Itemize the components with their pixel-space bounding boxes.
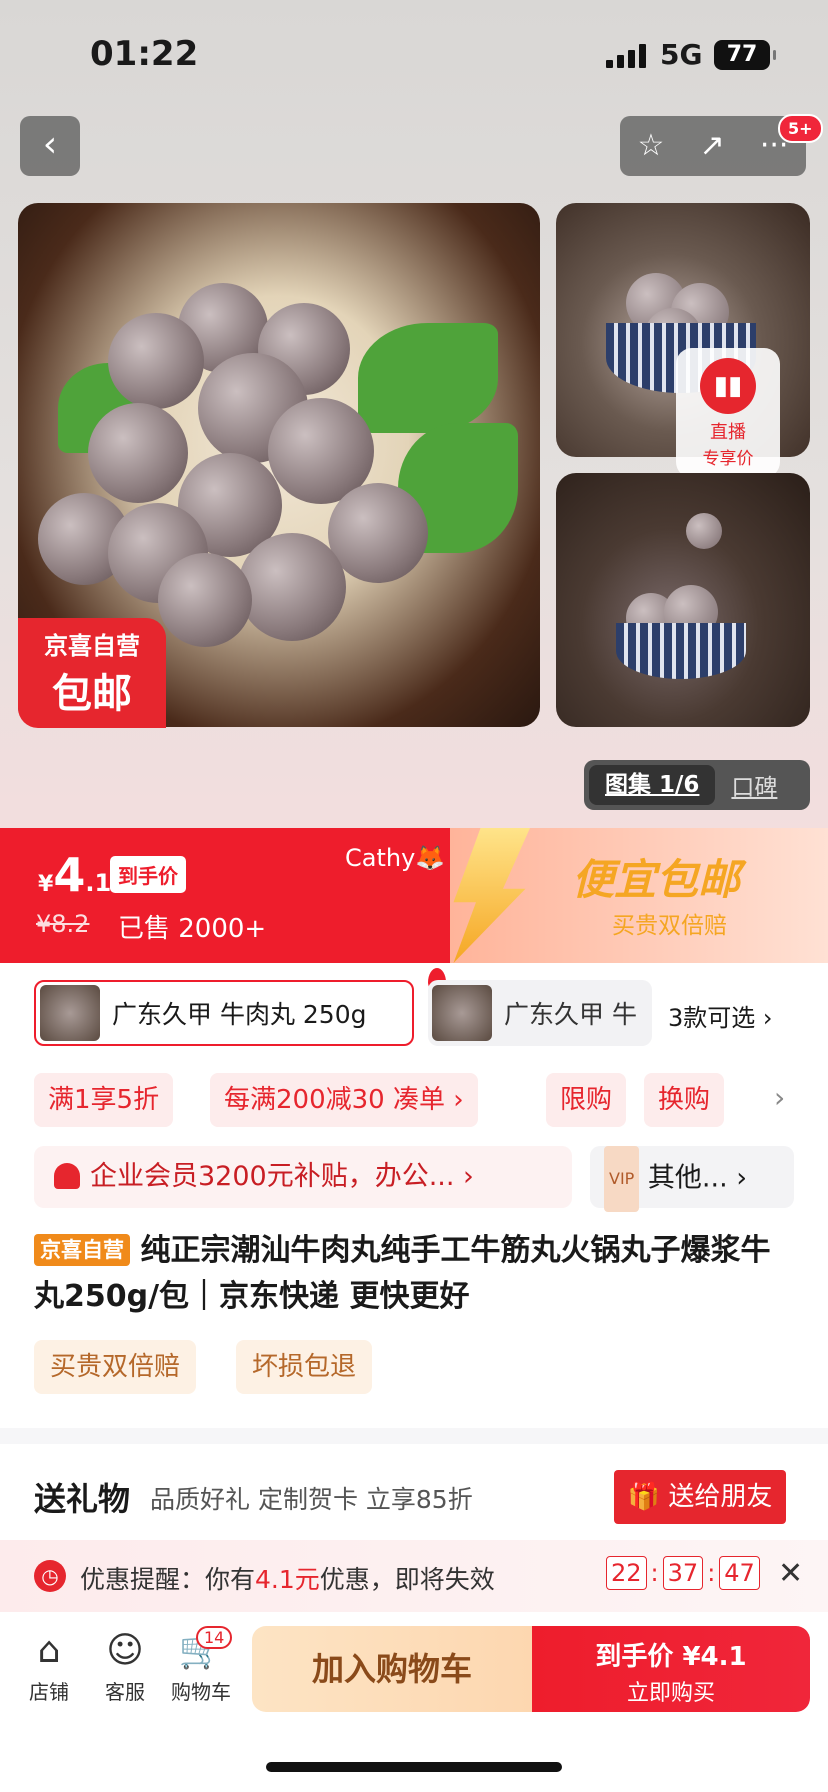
battery-icon: 77 <box>714 40 776 70</box>
tag-line1: 京喜自营 <box>44 632 140 660</box>
buy-now-button[interactable]: 到手价 ¥4.1 立即购买 <box>532 1626 810 1712</box>
watermark-text: Cathy🦊 <box>345 844 446 872</box>
lettuce-shape <box>358 323 498 433</box>
message-badge: 5+ <box>778 114 823 143</box>
live-label: 直播 <box>710 422 746 443</box>
gallery-switcher: 图集 1/6 口碑 <box>584 760 810 810</box>
send-gift-button[interactable]: 🎁 送给朋友 <box>614 1470 786 1524</box>
meatball-shape <box>238 533 346 641</box>
meatball-shape <box>686 513 722 549</box>
signal-icon <box>606 44 646 68</box>
service-icon: ☺ <box>106 1630 144 1671</box>
tag-line2: 包邮 <box>52 671 132 717</box>
status-time: 01:22 <box>90 34 199 74</box>
promo-pill[interactable]: 限购 <box>546 1073 627 1127</box>
promo-pill[interactable]: 每满200减30 凑单 › <box>210 1073 478 1127</box>
promo-pill[interactable]: 换购 <box>644 1073 725 1127</box>
meatball-shape <box>158 553 252 647</box>
sku-option[interactable]: 广东久甲 牛 <box>428 980 652 1046</box>
close-icon[interactable]: ✕ <box>778 1556 803 1591</box>
shop-button[interactable]: ⌂ 店铺 <box>14 1626 84 1705</box>
sku-selector: 广东久甲 牛肉丸 250g 广东久甲 牛 3款可选 › <box>0 968 828 1050</box>
price-integer: 4 <box>53 848 86 902</box>
currency-symbol: ¥ <box>38 872 54 897</box>
section-divider <box>0 1428 828 1444</box>
shop-label: 店铺 <box>29 1680 69 1704</box>
share-icon[interactable]: ↗ <box>700 116 725 176</box>
live-icon: ▮▮ <box>700 358 756 414</box>
promo-more-chevron[interactable]: › <box>774 1081 785 1114</box>
buy-now-label: 立即购买 <box>626 1681 715 1706</box>
other-benefits[interactable]: VIP 其他... › <box>590 1146 794 1212</box>
gallery-tab[interactable]: 图集 1/6 <box>589 765 716 805</box>
member-text: 企业会员3200元补贴，办公... › <box>90 1161 474 1192</box>
promo-title: 便宜包邮 <box>572 855 741 904</box>
home-indicator <box>266 1762 562 1772</box>
other-text: 其他... › <box>647 1162 748 1194</box>
cart-label: 购物车 <box>171 1680 231 1704</box>
service-tag[interactable]: 坏损包退 <box>236 1340 373 1394</box>
bowl-shape <box>616 623 746 679</box>
product-page: 01:22 5G 77 ‹ ☆ ↗ ··· 5+ 京喜自营 包邮 ▮▮ 直播 专… <box>0 0 828 1792</box>
promotion-row: 满1享5折 每满200减30 凑单 › 限购 换购 › <box>34 1073 814 1129</box>
member-subsidy-banner[interactable]: 企业会员3200元补贴，办公... › <box>34 1146 572 1208</box>
price-banner: ¥4.1 到手价 ¥8.2 已售 2000+ Cathy🦊 便宜包邮 买贵双倍赔 <box>0 828 828 963</box>
network-label: 5G <box>660 38 703 71</box>
sku-thumbnail <box>40 985 100 1041</box>
star-icon[interactable]: ☆ <box>638 116 665 176</box>
jingxi-shipping-tag: 京喜自营 包邮 <box>18 618 166 728</box>
vip-icon: VIP <box>604 1146 640 1212</box>
promo-subtitle: 买贵双倍赔 <box>612 913 727 939</box>
product-title: 京喜自营 纯正宗潮汕牛肉丸纯手工牛筋丸火锅丸子爆浆牛丸250g/包｜京东快递 更… <box>34 1228 794 1320</box>
original-price: ¥8.2 <box>36 910 90 938</box>
reminder-prefix: 优惠提醒：你有 <box>80 1565 256 1594</box>
final-price-tag: 到手价 <box>110 856 186 893</box>
sold-count: 已售 2000+ <box>118 914 267 944</box>
reminder-suffix: 优惠，即将失效 <box>319 1565 495 1594</box>
reminder-text: 优惠提醒：你有4.1元优惠，即将失效 <box>80 1560 495 1596</box>
cart-count-badge: 14 <box>196 1626 233 1649</box>
sku-label: 广东久甲 牛 <box>504 1000 637 1029</box>
buy-now-price: 到手价 ¥4.1 <box>595 1642 747 1672</box>
reminder-amount: 4.1元 <box>255 1565 320 1594</box>
jingxi-badge: 京喜自营 <box>34 1234 130 1266</box>
send-gift-label: 送给朋友 <box>668 1482 773 1512</box>
gift-icon: 🎁 <box>627 1482 669 1512</box>
back-button[interactable]: ‹ <box>20 116 80 176</box>
final-price: ¥4.1 <box>38 848 111 902</box>
add-to-cart-button[interactable]: 加入购物车 <box>252 1626 532 1712</box>
side-image-2[interactable] <box>556 473 810 727</box>
gift-subtitle: 品质好礼 定制贺卡 立享85折 <box>150 1485 473 1514</box>
live-price-badge[interactable]: ▮▮ 直播 专享价 <box>676 348 780 478</box>
live-sub-label: 专享价 <box>702 449 754 469</box>
person-icon <box>54 1163 80 1189</box>
gift-heading: 送礼物 <box>34 1480 131 1518</box>
discount-reminder: ◷ 优惠提醒：你有4.1元优惠，即将失效 22:37:47 ✕ <box>0 1540 828 1612</box>
hero-area: 01:22 5G 77 ‹ ☆ ↗ ··· 5+ 京喜自营 包邮 ▮▮ 直播 专… <box>0 0 828 830</box>
shop-icon: ⌂ <box>37 1630 61 1671</box>
sku-thumbnail <box>432 985 492 1041</box>
product-title-text: 纯正宗潮汕牛肉丸纯手工牛筋丸火锅丸子爆浆牛丸250g/包｜京东快递 更快更好 <box>34 1233 771 1314</box>
promo-pill[interactable]: 满1享5折 <box>34 1073 174 1127</box>
timer-seconds: 47 <box>719 1556 760 1590</box>
countdown-timer: 22:37:47 <box>606 1556 760 1590</box>
status-bar: 01:22 5G 77 <box>0 0 828 110</box>
sku-option-selected[interactable]: 广东久甲 牛肉丸 250g <box>34 968 446 1046</box>
timer-minutes: 37 <box>662 1556 704 1590</box>
service-tag[interactable]: 买贵双倍赔 <box>34 1340 197 1394</box>
timer-hours: 22 <box>606 1556 647 1590</box>
service-button[interactable]: ☺ 客服 <box>90 1626 160 1705</box>
price-decimal: .1 <box>85 869 112 897</box>
review-tab[interactable]: 口碑 <box>731 768 777 802</box>
gift-section: 送礼物 品质好礼 定制贺卡 立享85折 🎁 送给朋友 <box>0 1444 828 1540</box>
clock-icon: ◷ <box>34 1560 66 1592</box>
meatball-shape <box>108 313 204 409</box>
sku-more-link[interactable]: 3款可选 › <box>668 998 773 1033</box>
service-label: 客服 <box>105 1680 145 1704</box>
meatball-shape <box>88 403 188 503</box>
sku-label: 广东久甲 牛肉丸 250g <box>112 1000 367 1029</box>
meatball-shape <box>328 483 428 583</box>
